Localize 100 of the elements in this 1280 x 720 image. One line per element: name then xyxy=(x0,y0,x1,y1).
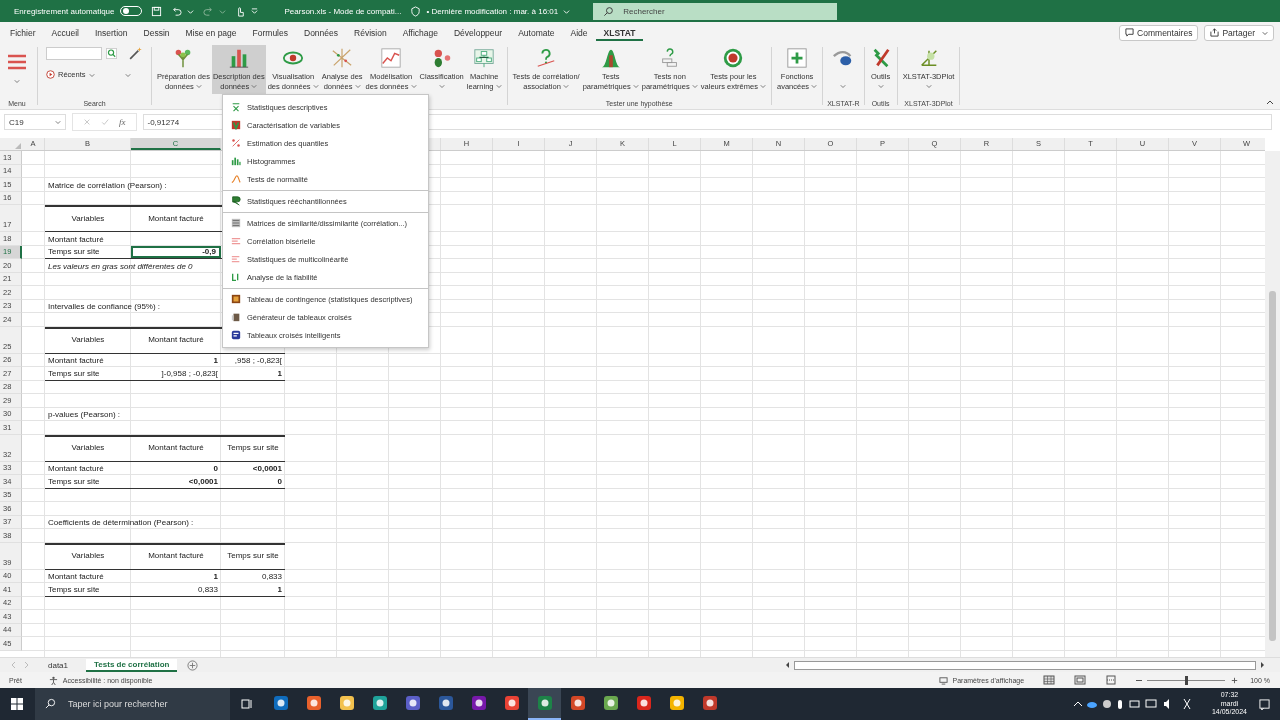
ribbon-tab[interactable]: Automate xyxy=(510,24,563,41)
search-field[interactable]: Rechercher xyxy=(593,2,838,20)
target-icon xyxy=(722,47,745,69)
bar-chart-icon xyxy=(227,47,250,69)
curve-icon xyxy=(231,174,241,184)
table-cell: 1 xyxy=(221,367,285,381)
horizontal-scrollbar[interactable] xyxy=(784,659,1266,671)
autosave-label: Enregistrement automatique xyxy=(14,6,115,16)
caret-icon xyxy=(88,71,95,78)
table-cell: -0,9 xyxy=(131,245,221,259)
search-icon xyxy=(603,5,615,17)
plus-icon xyxy=(786,47,809,69)
bar-chart-icon xyxy=(231,156,241,166)
taskbar-search-field[interactable]: Taper ici pour rechercher xyxy=(35,688,230,720)
search-field[interactable] xyxy=(46,46,102,60)
scroll-left-icon[interactable] xyxy=(784,661,792,669)
table-icon xyxy=(231,294,241,304)
name-box[interactable]: C19 xyxy=(4,114,66,130)
last-modified[interactable]: • Dernière modification : mar. à 16:01 xyxy=(426,6,559,16)
menu-icon xyxy=(7,54,27,70)
windows-logo-icon[interactable] xyxy=(11,698,23,710)
table-cell-text: ,958 ; -0,823[ xyxy=(233,355,283,367)
wand-icon[interactable] xyxy=(129,46,143,60)
ribbon-tab[interactable]: XLSTAT xyxy=(595,24,644,41)
table-cell: ]-0,958 ; -0,823[ xyxy=(131,367,221,381)
sheet-tab[interactable]: Tests de corrélation xyxy=(86,658,178,672)
table-cell-text: 0,833 xyxy=(260,571,283,583)
ribbon-tab[interactable]: Insertion xyxy=(86,24,136,41)
accessibility-icon[interactable] xyxy=(48,675,58,685)
comment-icon xyxy=(1125,28,1135,37)
document-title: Pearson.xls - Mode de compati... xyxy=(284,6,402,16)
share-icon xyxy=(1210,28,1220,37)
notification-icon[interactable] xyxy=(1259,698,1270,710)
section-title: p-values (Pearson) : xyxy=(48,409,121,420)
ribbon-tab[interactable]: Développeur xyxy=(445,24,511,41)
block-icon xyxy=(231,196,241,206)
ribbon-tab[interactable]: Dessin xyxy=(135,24,178,41)
table-cell-text: <0,0001 xyxy=(251,463,283,475)
square-icon xyxy=(231,120,241,130)
ribbon-tab[interactable]: Fichier xyxy=(2,24,44,41)
insert-function-button[interactable]: fx xyxy=(119,117,126,127)
table-cell-text: 1 xyxy=(212,571,219,583)
scatter-icon xyxy=(331,47,354,69)
stack-icon xyxy=(231,312,241,322)
table-cell-text: Montant facturé xyxy=(47,233,105,246)
table-cell: 0,833 xyxy=(131,583,221,597)
note-text: Les valeurs en gras sont différentes de 0 xyxy=(48,260,193,272)
ribbon-tab[interactable]: Accueil xyxy=(43,24,87,41)
table-cell: Temps sur site xyxy=(45,367,131,381)
bars-icon xyxy=(231,254,241,264)
taskbar-app-button[interactable] xyxy=(528,688,561,720)
table-cell: Temps sur site xyxy=(45,475,131,489)
search-icon xyxy=(45,698,56,709)
page-layout-icon[interactable] xyxy=(1074,675,1087,685)
ribbon-tab[interactable]: Données xyxy=(296,24,347,41)
caret-icon[interactable] xyxy=(186,7,194,15)
page-break-icon[interactable] xyxy=(1105,675,1118,685)
share-button[interactable]: Partager xyxy=(1204,24,1274,41)
sheet-tab[interactable]: data1 xyxy=(40,659,77,671)
section-title: Matrice de corrélation (Pearson) : xyxy=(48,179,167,191)
save-icon[interactable] xyxy=(150,5,162,17)
table-cell-text: Montant facturé xyxy=(47,355,105,367)
table-cell: 1 xyxy=(221,583,285,597)
bars-icon xyxy=(231,272,241,282)
ribbon-tab[interactable]: Mise en page xyxy=(177,24,245,41)
vertical-scrollbar[interactable] xyxy=(1265,151,1280,657)
bars-icon xyxy=(231,236,241,246)
table-cell-text: 1 xyxy=(212,355,219,367)
table-cell: 0 xyxy=(221,475,285,489)
check-icon[interactable] xyxy=(101,118,109,126)
caret-icon[interactable] xyxy=(563,7,571,15)
mean-icon xyxy=(231,102,241,112)
line-chart-icon xyxy=(380,47,403,69)
matrix-icon xyxy=(231,218,241,228)
swirl-icon xyxy=(231,330,241,340)
shield-icon xyxy=(410,5,422,17)
section-title: Intervalles de confiance (95%) : xyxy=(48,301,161,312)
ribbon-tab[interactable]: Révision xyxy=(346,24,395,41)
caret-icon xyxy=(1262,29,1268,36)
task-view-icon[interactable] xyxy=(240,697,254,711)
table-cell: Temps sur site xyxy=(45,583,131,597)
ribbon-tab[interactable]: Affichage xyxy=(394,24,446,41)
comments-button[interactable]: Commentaires xyxy=(1119,24,1199,41)
add-sheet-icon[interactable] xyxy=(187,659,199,671)
display-settings-icon[interactable] xyxy=(938,675,948,685)
play-icon xyxy=(46,70,55,79)
scroll-right-icon[interactable] xyxy=(1258,661,1266,669)
ribbon-tab[interactable]: Aide xyxy=(562,24,596,41)
slider-thumb[interactable] xyxy=(1184,675,1188,685)
zoom-in-icon[interactable] xyxy=(1230,675,1240,685)
search-icon[interactable] xyxy=(106,47,117,59)
ribbon-tab[interactable]: Formules xyxy=(244,24,296,41)
table-cell-text: Montant facturé xyxy=(47,463,105,475)
caret-icon[interactable] xyxy=(250,7,258,15)
caret-icon xyxy=(55,119,61,125)
normal-view-icon[interactable] xyxy=(1043,675,1056,685)
collapse-icon[interactable] xyxy=(1266,98,1274,106)
caret-icon xyxy=(14,78,20,84)
table-cell-text: 0 xyxy=(212,463,219,475)
percent-icon xyxy=(231,138,241,148)
